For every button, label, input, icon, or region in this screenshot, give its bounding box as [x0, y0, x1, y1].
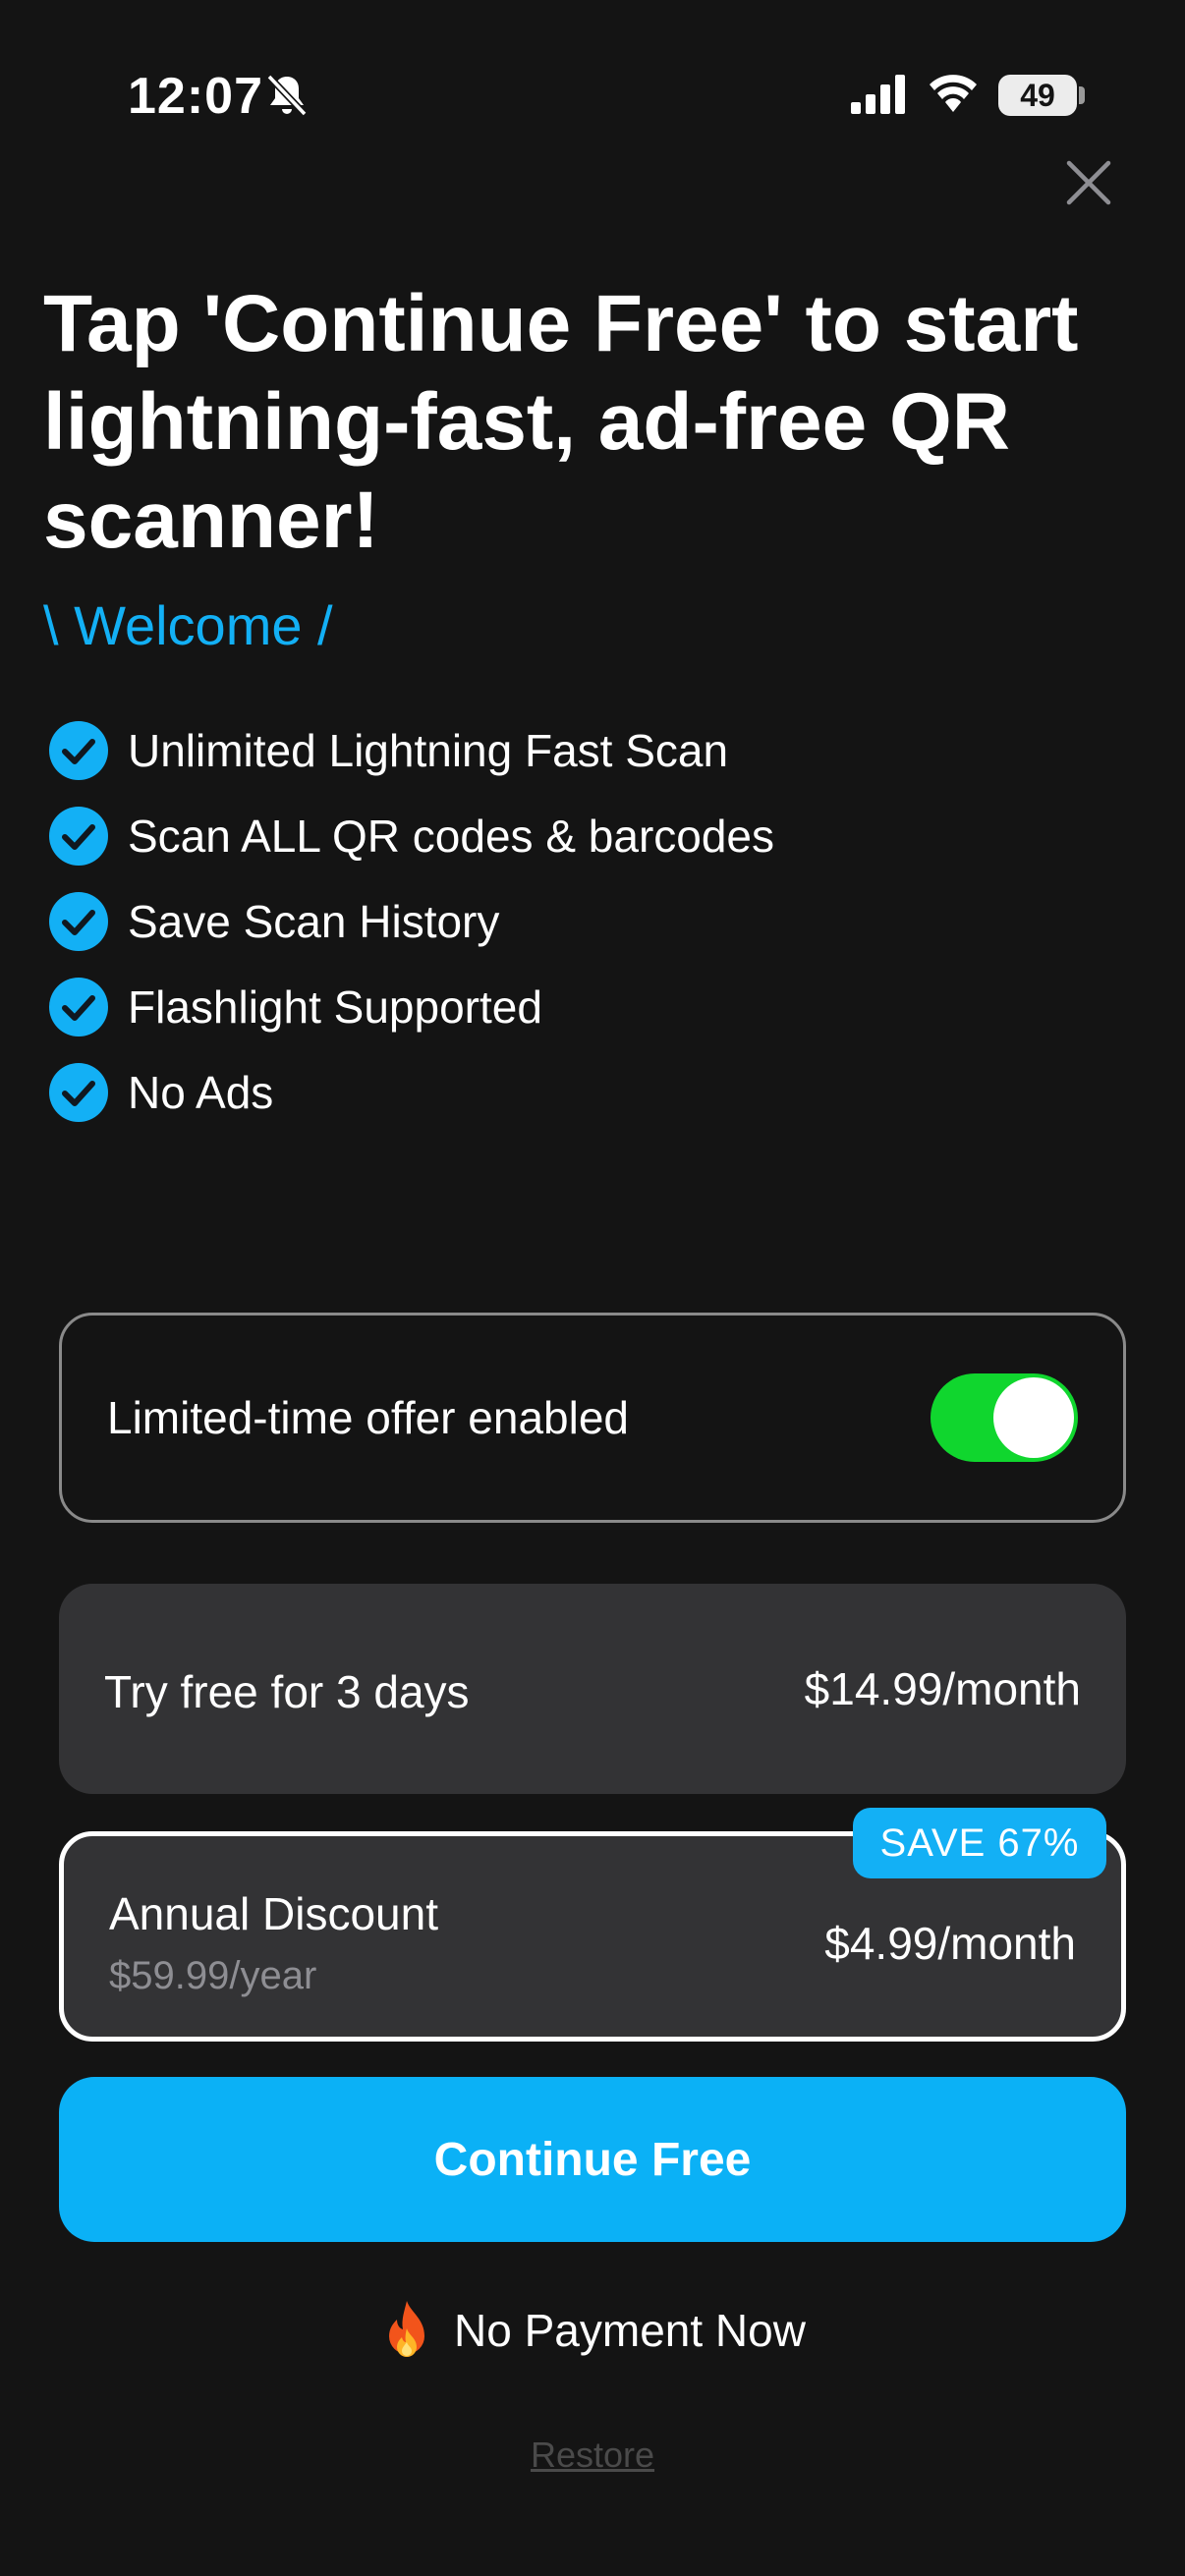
offer-toggle[interactable] [931, 1373, 1078, 1462]
plan-annual-price: $4.99/month [824, 1918, 1076, 1969]
feature-item: Scan ALL QR codes & barcodes [47, 793, 774, 878]
bell-slash-icon [266, 74, 308, 117]
save-badge: SAVE 67% [853, 1808, 1106, 1878]
continue-free-button[interactable]: Continue Free [59, 2077, 1126, 2242]
page-title: Tap 'Continue Free' to start lightning-f… [43, 279, 1079, 565]
offer-label: Limited-time offer enabled [107, 1392, 629, 1443]
signal-icon [851, 75, 905, 114]
plan-annual-name: Annual Discount [109, 1888, 438, 1939]
fire-icon [389, 2301, 425, 2357]
check-circle-icon [49, 977, 108, 1036]
check-circle-icon [49, 891, 108, 951]
plan-monthly-name: Try free for 3 days [104, 1666, 470, 1717]
feature-label: Flashlight Supported [128, 980, 542, 1033]
close-icon[interactable] [1061, 155, 1116, 210]
restore-link[interactable]: Restore [0, 2435, 1185, 2476]
feature-label: Unlimited Lightning Fast Scan [128, 724, 729, 776]
plan-monthly[interactable]: Try free for 3 days $14.99/month [59, 1584, 1126, 1794]
welcome-label: \ Welcome / [43, 594, 333, 656]
feature-list: Unlimited Lightning Fast Scan Scan ALL Q… [47, 707, 774, 1135]
status-time: 12:07 [128, 68, 263, 125]
offer-toggle-card: Limited-time offer enabled [59, 1313, 1126, 1523]
check-circle-icon [49, 806, 108, 866]
no-payment-text: No Payment Now [454, 2305, 806, 2356]
feature-item: Unlimited Lightning Fast Scan [47, 707, 774, 793]
wifi-icon [930, 75, 977, 112]
battery-nub [1079, 86, 1085, 104]
plan-monthly-price: $14.99/month [804, 1663, 1081, 1714]
feature-item: Flashlight Supported [47, 964, 774, 1049]
check-circle-icon [49, 1062, 108, 1122]
check-circle-icon [49, 720, 108, 780]
plan-annual-yearly-price: $59.99/year [109, 1954, 317, 1997]
toggle-knob [993, 1377, 1074, 1458]
paywall-screen: 12:07 49 Tap 'Continue Free' to start li… [0, 0, 1185, 2576]
feature-label: No Ads [128, 1066, 274, 1118]
feature-item: No Ads [47, 1049, 774, 1135]
feature-item: Save Scan History [47, 878, 774, 964]
battery-icon: 49 [998, 75, 1077, 116]
feature-label: Scan ALL QR codes & barcodes [128, 810, 775, 862]
feature-label: Save Scan History [128, 895, 500, 947]
no-payment-note: No Payment Now [0, 2299, 1185, 2362]
